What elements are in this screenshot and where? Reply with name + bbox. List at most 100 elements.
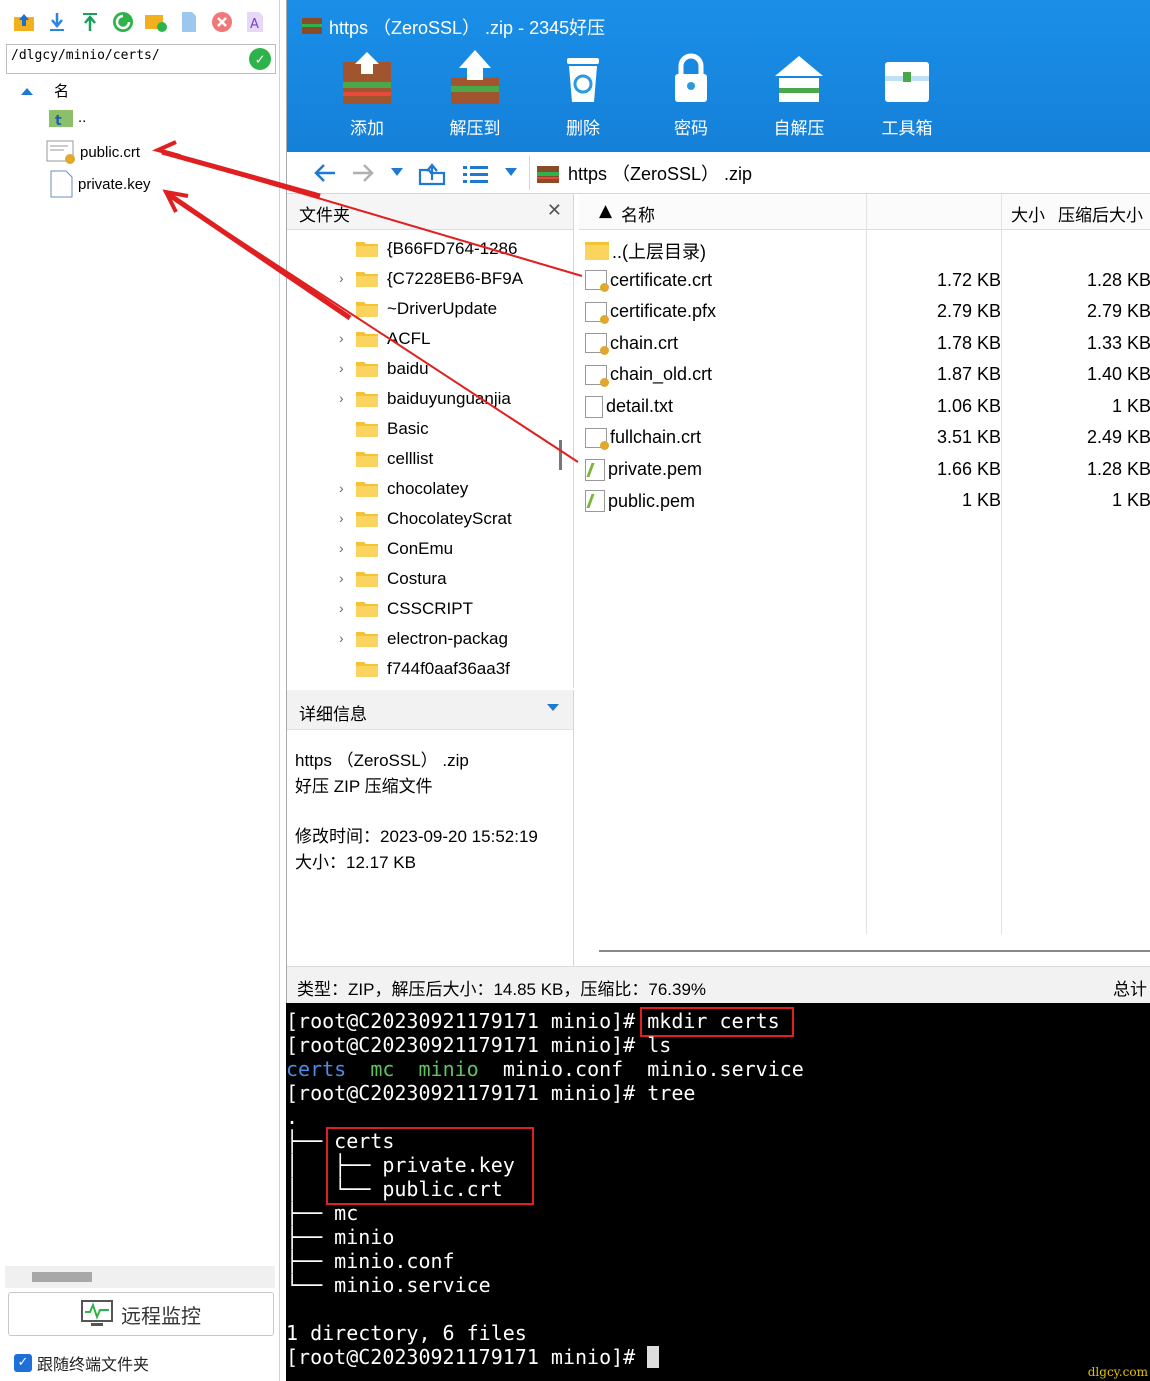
expand-chevron-icon[interactable]: › bbox=[339, 540, 344, 556]
vertical-scrollbar[interactable] bbox=[557, 230, 565, 688]
file-name: certificate.crt bbox=[610, 269, 713, 290]
list-item-parent[interactable]: t .. bbox=[48, 106, 86, 128]
new-folder-icon[interactable] bbox=[144, 10, 168, 34]
file-name-cell: certificate.pfx bbox=[585, 301, 717, 324]
file-row[interactable]: certificate.crt 1.72 KB 1.28 KB bbox=[579, 266, 1150, 297]
column-compressed-size[interactable]: 压缩后大小 bbox=[1049, 201, 1143, 226]
scrollbar-thumb[interactable] bbox=[32, 1272, 92, 1282]
expand-chevron-icon[interactable]: › bbox=[339, 630, 344, 646]
close-icon[interactable]: ✕ bbox=[547, 200, 562, 221]
folder-tree-item[interactable]: › CSSCRIPT bbox=[339, 594, 549, 624]
address-text: https （ZeroSSL） .zip bbox=[568, 164, 753, 184]
new-file-icon[interactable] bbox=[177, 10, 201, 34]
folder-tree-item[interactable]: › ACFL bbox=[339, 324, 549, 354]
view-list-icon[interactable] bbox=[463, 164, 489, 184]
compressed-size: 1.28 KB bbox=[1086, 269, 1150, 290]
column-size[interactable]: 大小 bbox=[955, 201, 1045, 226]
folder-icon bbox=[356, 302, 378, 317]
toolbox-button[interactable]: 工具箱 bbox=[867, 48, 947, 148]
file-name-cell: public.pem bbox=[585, 490, 695, 512]
go-up-icon[interactable] bbox=[12, 10, 36, 34]
expand-chevron-icon[interactable]: › bbox=[339, 600, 344, 616]
compressed-size: 2.49 KB bbox=[1086, 427, 1150, 447]
expand-chevron-icon[interactable]: › bbox=[339, 270, 344, 286]
scrollbar-thumb[interactable] bbox=[559, 440, 562, 470]
path-input[interactable]: /dlgcy/minio/certs/ ✓ bbox=[6, 44, 276, 74]
file-row[interactable]: chain.crt 1.78 KB 1.33 KB bbox=[579, 329, 1150, 360]
add-button[interactable]: 添加 bbox=[327, 48, 407, 148]
folder-icon bbox=[356, 242, 378, 257]
expand-chevron-icon[interactable]: › bbox=[339, 390, 344, 406]
follow-terminal-toggle[interactable]: ✓ 跟随终端文件夹 bbox=[14, 1351, 149, 1375]
key-file-icon bbox=[585, 490, 605, 512]
item-name: .. bbox=[78, 108, 87, 126]
window-title: https （ZeroSSL） .zip - 2345好压 bbox=[329, 18, 606, 38]
folder-icon bbox=[356, 272, 378, 287]
tree-header[interactable]: 名 bbox=[20, 80, 69, 101]
horizontal-scrollbar[interactable] bbox=[599, 950, 1150, 952]
rename-icon[interactable]: A bbox=[243, 10, 267, 34]
file-row[interactable]: private.pem 1.66 KB 1.28 KB bbox=[579, 455, 1150, 486]
list-item-private-key[interactable]: private.key bbox=[50, 170, 151, 198]
file-name: ..(上层目录) bbox=[612, 242, 706, 262]
checkbox[interactable]: ✓ bbox=[14, 1354, 32, 1372]
file-name-cell: detail.txt bbox=[585, 395, 673, 418]
file-name-cell: chain_old.crt bbox=[585, 364, 712, 387]
file-size: 1.66 KB bbox=[936, 458, 1001, 479]
parent-folder-icon[interactable] bbox=[417, 160, 447, 186]
expand-chevron-icon[interactable]: › bbox=[339, 510, 344, 526]
history-dropdown-icon[interactable] bbox=[391, 168, 403, 178]
download-icon[interactable] bbox=[45, 10, 69, 34]
folder-tree-item[interactable]: › chocolatey bbox=[339, 474, 549, 504]
add-archive-icon bbox=[343, 52, 391, 104]
folder-tree-item[interactable]: › baiduyunguanjia bbox=[339, 384, 549, 414]
file-row[interactable]: fullchain.crt 3.51 KB 2.49 KB bbox=[579, 423, 1150, 454]
folder-tree-item[interactable]: › ConEmu bbox=[339, 534, 549, 564]
check-icon[interactable]: ✓ bbox=[249, 48, 271, 70]
folder-tree-item[interactable]: ~DriverUpdate bbox=[355, 294, 549, 324]
collapse-icon[interactable] bbox=[547, 704, 559, 711]
file-row[interactable]: detail.txt 1.06 KB 1 KB bbox=[579, 392, 1150, 423]
folder-tree-item[interactable]: › {C7228EB6-BF9A bbox=[339, 264, 549, 294]
remote-monitor-button[interactable]: 远程监控 bbox=[8, 1292, 274, 1336]
list-item-public-crt[interactable]: public.crt bbox=[46, 139, 140, 165]
expand-chevron-icon[interactable]: › bbox=[339, 360, 344, 376]
svg-text:A: A bbox=[250, 17, 259, 32]
folder-icon bbox=[356, 482, 378, 497]
self-extract-button[interactable]: 自解压 bbox=[759, 48, 839, 148]
ls-rest: minio.conf minio.service bbox=[502, 1057, 804, 1081]
file-row[interactable]: certificate.pfx 2.79 KB 2.79 KB bbox=[579, 297, 1150, 328]
upload-icon[interactable] bbox=[78, 10, 102, 34]
folder-tree-item[interactable]: › baidu bbox=[339, 354, 549, 384]
horizontal-scrollbar[interactable] bbox=[5, 1266, 275, 1288]
terminal[interactable]: [root@C20230921179171 minio]# mkdir cert… bbox=[286, 1003, 1150, 1381]
folder-tree-item[interactable]: celllist bbox=[355, 444, 549, 474]
delete-icon[interactable] bbox=[210, 10, 234, 34]
file-row[interactable]: chain_old.crt 1.87 KB 1.40 KB bbox=[579, 360, 1150, 391]
details-header[interactable]: 详细信息 bbox=[287, 690, 573, 730]
forward-icon[interactable] bbox=[351, 162, 375, 184]
delete-button[interactable]: 删除 bbox=[543, 48, 623, 148]
file-row[interactable]: ..(上层目录) bbox=[579, 234, 1150, 265]
address-bar[interactable]: https （ZeroSSL） .zip bbox=[529, 156, 1149, 190]
folder-name: ChocolateyScrat bbox=[387, 509, 512, 528]
file-name: certificate.pfx bbox=[610, 301, 717, 321]
folder-tree-item[interactable]: › Costura bbox=[339, 564, 549, 594]
folder-tree-item[interactable]: f744f0aaf36aa3f bbox=[355, 654, 549, 684]
sftp-file-panel: A /dlgcy/minio/certs/ ✓ 名 t .. public.cr… bbox=[0, 0, 280, 1381]
folder-tree-item[interactable]: › ChocolateyScrat bbox=[339, 504, 549, 534]
expand-chevron-icon[interactable]: › bbox=[339, 480, 344, 496]
folder-tree-item[interactable]: {B66FD764-1286 bbox=[355, 234, 549, 264]
folder-tree-item[interactable]: › electron-packag bbox=[339, 624, 549, 654]
folder-tree-item[interactable]: Basic bbox=[355, 414, 549, 444]
back-icon[interactable] bbox=[313, 162, 337, 184]
expand-chevron-icon[interactable]: › bbox=[339, 330, 344, 346]
refresh-icon[interactable] bbox=[111, 10, 135, 34]
column-name[interactable]: 名称 bbox=[621, 201, 655, 226]
extract-to-button[interactable]: 解压到 bbox=[435, 48, 515, 148]
expand-chevron-icon[interactable]: › bbox=[339, 570, 344, 586]
password-button[interactable]: 密码 bbox=[651, 48, 731, 148]
view-dropdown-icon[interactable] bbox=[505, 168, 517, 178]
file-row[interactable]: public.pem 1 KB 1 KB bbox=[579, 486, 1150, 517]
item-name: private.key bbox=[78, 175, 151, 193]
